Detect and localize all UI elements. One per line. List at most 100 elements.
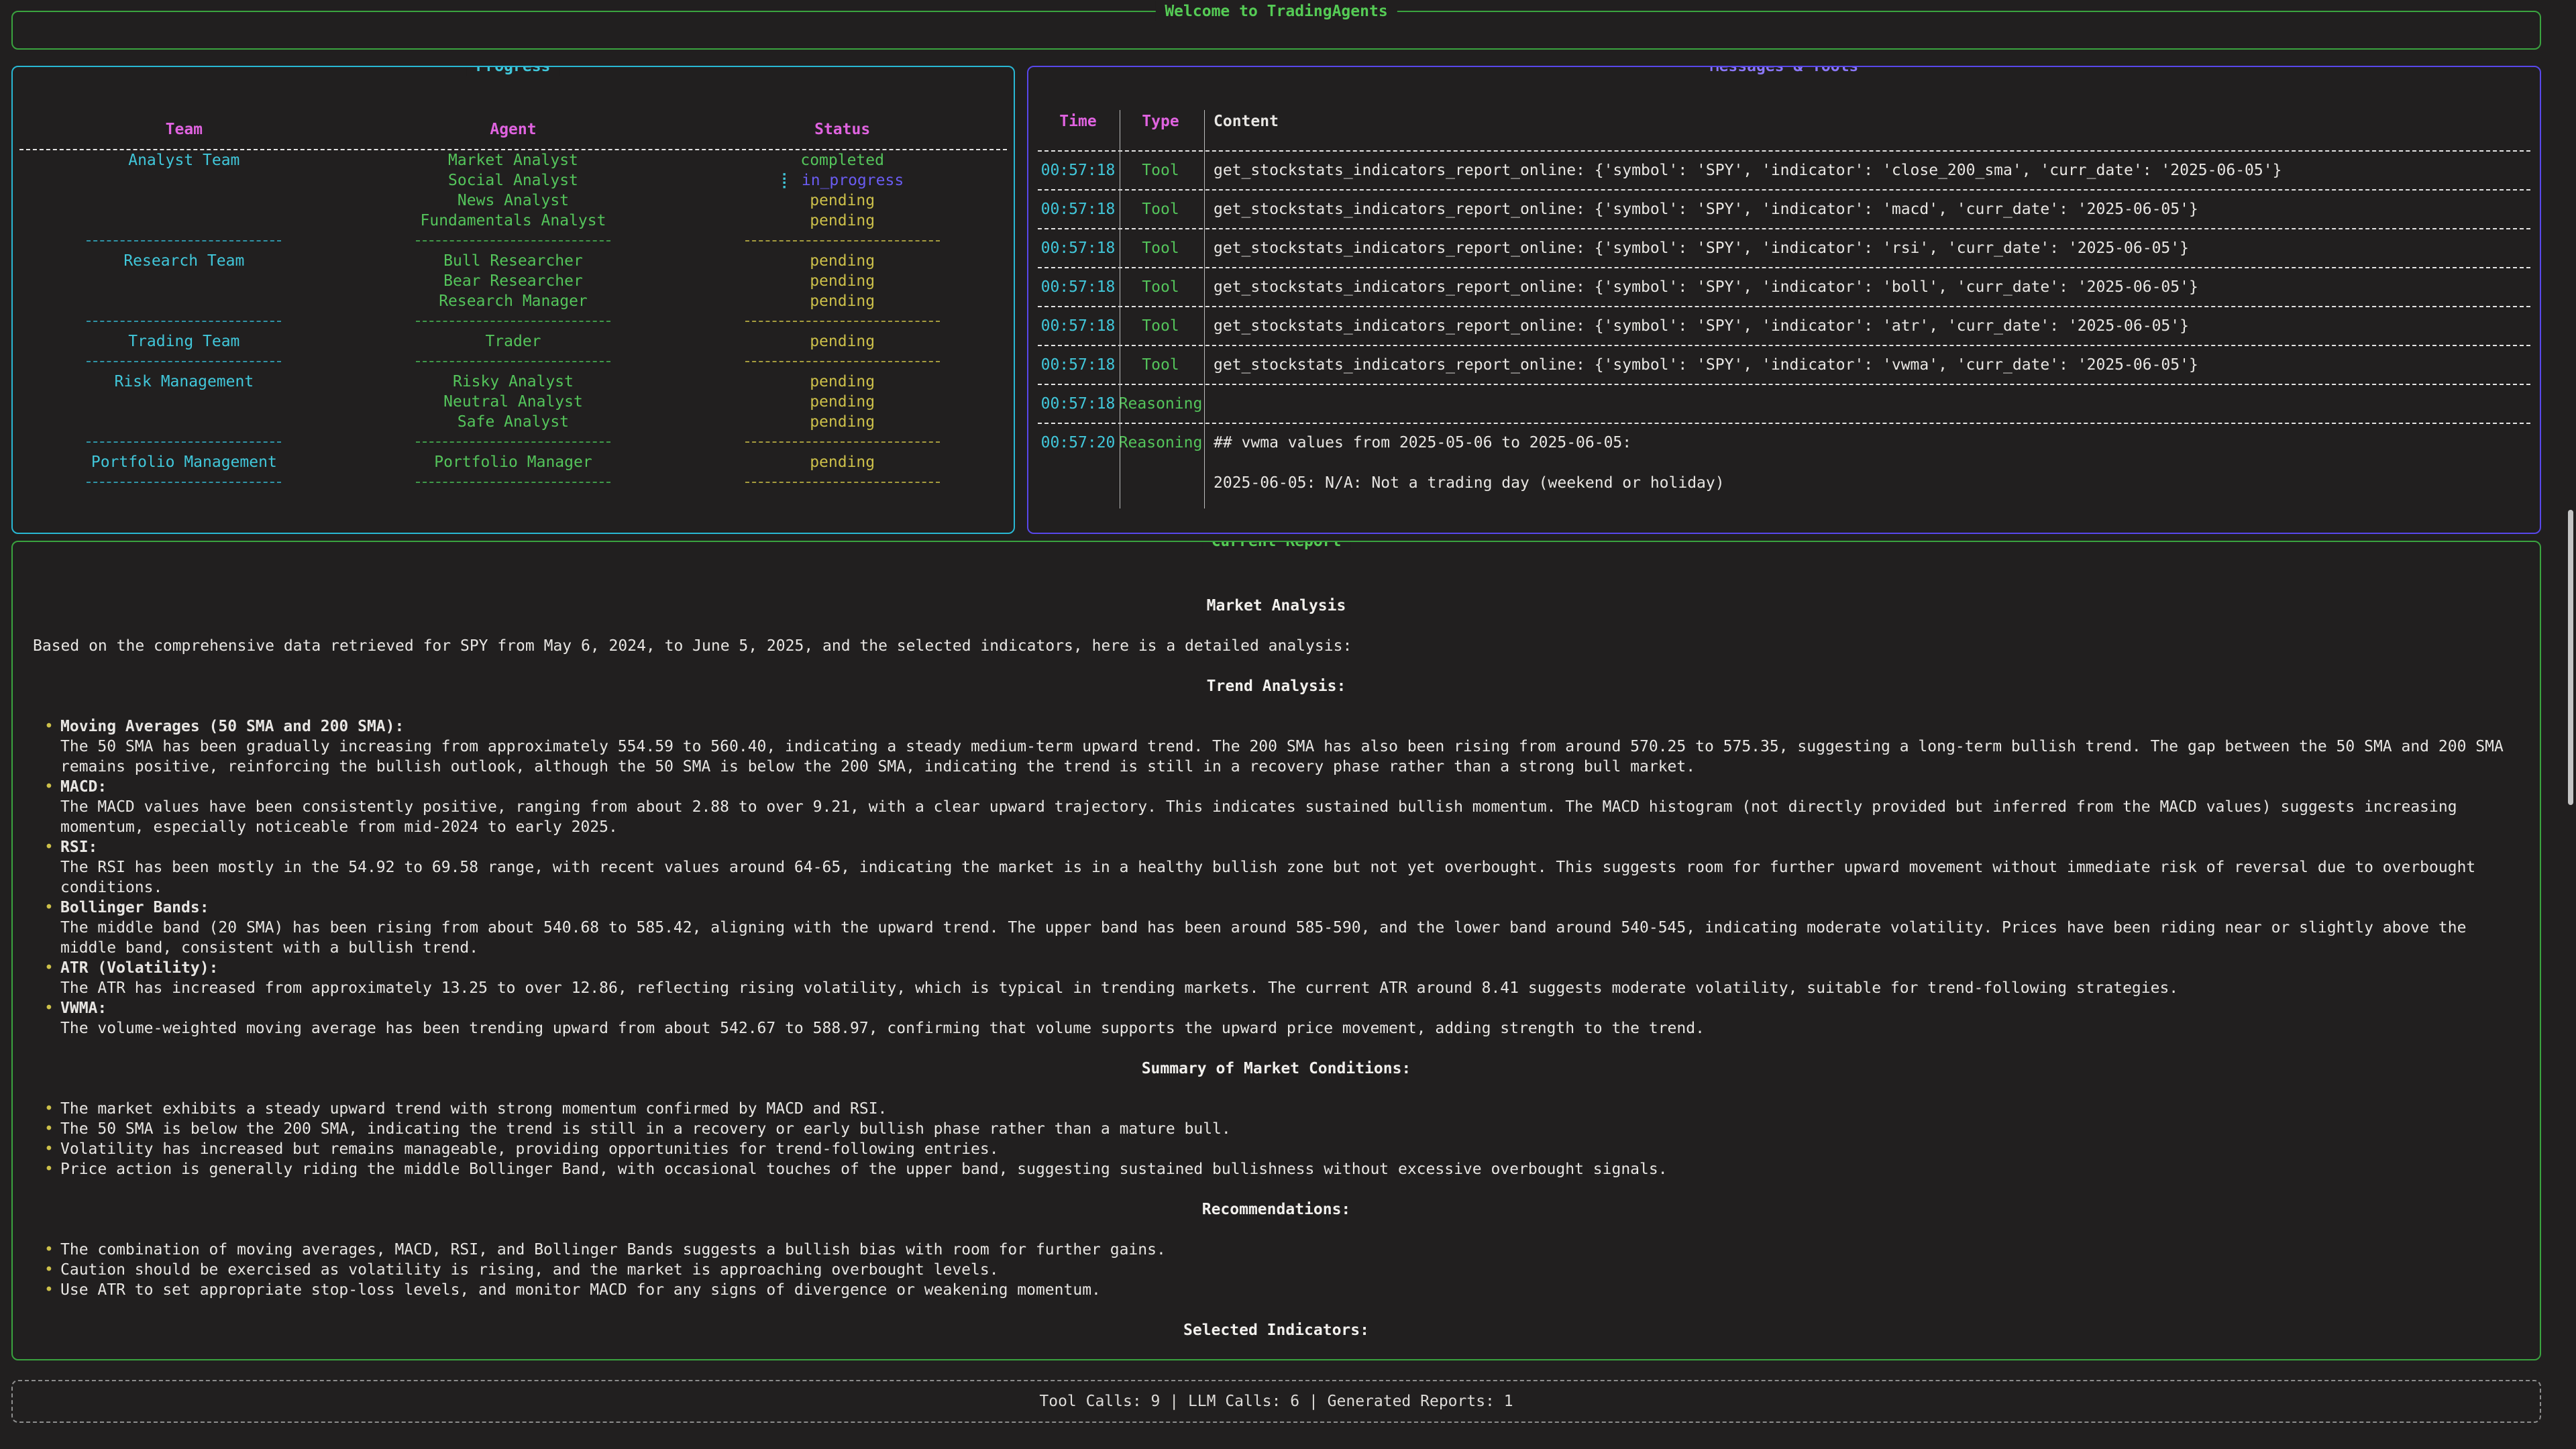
progress-row: Bear Researcherpending (19, 271, 1007, 291)
report-paragraph: Based on the comprehensive data retrieve… (33, 636, 2520, 656)
agent-name: Research Manager (349, 291, 678, 311)
message-type: Reasoning (1118, 433, 1203, 493)
progress-row: Research Managerpending (19, 291, 1007, 311)
bullet-label: Moving Averages (50 SMA and 200 SMA): (60, 716, 2520, 737)
group-separator-line (416, 321, 610, 331)
message-content-line: get_stockstats_indicators_report_online:… (1214, 355, 2530, 375)
group-separator-line (87, 441, 281, 452)
column-header-status: Status (678, 119, 1007, 140)
group-separator-line (87, 240, 281, 251)
bullet-item: •Volatility has increased but remains ma… (33, 1139, 2520, 1159)
team-name: Trading Team (19, 331, 349, 352)
bullet-item: •RSI:The RSI has been mostly in the 54.9… (33, 837, 2520, 898)
group-separator-line (416, 361, 610, 372)
message-time: 00:57:18 (1038, 160, 1118, 180)
progress-panel-title: Progress (467, 66, 560, 76)
agent-name: Safe Analyst (349, 412, 678, 432)
agent-status: pending (678, 271, 1007, 291)
group-separator-line (87, 321, 281, 331)
progress-row: Portfolio ManagementPortfolio Managerpen… (19, 452, 1007, 472)
message-type: Reasoning (1118, 394, 1203, 414)
bullet-list: •Moving Averages (50 SMA and 200 SMA):Th… (33, 716, 2520, 1038)
message-row: 00:57:18Toolget_stockstats_indicators_re… (1038, 307, 2530, 345)
group-separator-line (416, 441, 610, 452)
progress-table-body: Analyst TeamMarket AnalystcompletedSocia… (19, 150, 1007, 492)
message-content-line (1214, 453, 2530, 473)
message-content-line: 2025-06-05: N/A: Not a trading day (week… (1214, 473, 2530, 493)
message-content: get_stockstats_indicators_report_online:… (1203, 316, 2530, 336)
progress-row: Risk ManagementRisky Analystpending (19, 372, 1007, 392)
message-row: 00:57:18Toolget_stockstats_indicators_re… (1038, 268, 2530, 306)
message-content: get_stockstats_indicators_report_online:… (1203, 238, 2530, 258)
message-content: ## vwma values from 2025-05-06 to 2025-0… (1203, 433, 2530, 493)
messages-table-body: 00:57:18Toolget_stockstats_indicators_re… (1038, 152, 2530, 502)
group-separator-line (745, 361, 940, 372)
bullet-icon: • (33, 1119, 60, 1139)
bullet-icon: • (33, 777, 60, 837)
agent-name: Portfolio Manager (349, 452, 678, 472)
team-name: Risk Management (19, 372, 349, 392)
team-name-empty (19, 191, 349, 211)
message-content-line: get_stockstats_indicators_report_online:… (1214, 160, 2530, 180)
message-time: 00:57:18 (1038, 394, 1118, 414)
group-separator-line (87, 482, 281, 492)
bullet-item: •MACD:The MACD values have been consiste… (33, 777, 2520, 837)
bullet-text: MACD:The MACD values have been consisten… (60, 777, 2520, 837)
bullet-text: ATR (Volatility):The ATR has increased f… (60, 958, 2520, 998)
agent-name: Risky Analyst (349, 372, 678, 392)
agent-status: pending (678, 372, 1007, 392)
agent-name: Fundamentals Analyst (349, 211, 678, 231)
bullet-item: •Price action is generally riding the mi… (33, 1159, 2520, 1179)
group-separator-line (745, 321, 940, 331)
group-separator-line (745, 240, 940, 251)
agent-name: Market Analyst (349, 150, 678, 170)
messages-panel-title: Messages & Tools (1701, 66, 1868, 76)
group-separator (19, 472, 1007, 492)
agent-status: pending (678, 291, 1007, 311)
bullet-item: •ATR (Volatility):The ATR has increased … (33, 958, 2520, 998)
team-name: Research Team (19, 251, 349, 271)
bullet-label: Bollinger Bands: (60, 898, 2520, 918)
bullet-icon: • (33, 1260, 60, 1280)
agent-status: ⡇ in_progress (678, 170, 1007, 191)
bullet-item: •The combination of moving averages, MAC… (33, 1240, 2520, 1260)
message-type: Tool (1118, 277, 1203, 297)
team-name-empty (19, 412, 349, 432)
message-time: 00:57:18 (1038, 238, 1118, 258)
bullet-item: •The market exhibits a steady upward tre… (33, 1099, 2520, 1119)
bullet-text: The market exhibits a steady upward tren… (60, 1099, 2520, 1119)
progress-table-header: Team Agent Status (19, 119, 1007, 140)
group-separator-line (416, 240, 610, 251)
progress-row: News Analystpending (19, 191, 1007, 211)
message-type: Tool (1118, 199, 1203, 219)
bullet-list: •The combination of moving averages, MAC… (33, 1240, 2520, 1300)
group-separator-line (745, 482, 940, 492)
scrollbar-thumb[interactable] (2568, 510, 2573, 805)
message-type: Tool (1118, 355, 1203, 375)
group-separator-line (745, 441, 940, 452)
bullet-icon: • (33, 837, 60, 898)
group-separator-line (416, 482, 610, 492)
message-row: 00:57:18Toolget_stockstats_indicators_re… (1038, 152, 2530, 189)
terminal-screen: Welcome to TradingAgents Progress Team A… (0, 0, 2576, 1449)
bullet-label: MACD: (60, 777, 2520, 797)
bullet-text: The 50 SMA is below the 200 SMA, indicat… (60, 1119, 2520, 1139)
bullet-icon: • (33, 1159, 60, 1179)
team-name-empty (19, 392, 349, 412)
message-content: get_stockstats_indicators_report_online:… (1203, 277, 2530, 297)
progress-table: Team Agent Status Analyst TeamMarket Ana… (13, 67, 1014, 492)
bullet-label: ATR (Volatility): (60, 958, 2520, 978)
bullet-icon: • (33, 958, 60, 998)
column-header-agent: Agent (349, 119, 678, 140)
message-time: 00:57:18 (1038, 199, 1118, 219)
message-content-line: ## vwma values from 2025-05-06 to 2025-0… (1214, 433, 2530, 453)
agent-name: Trader (349, 331, 678, 352)
message-content-line: get_stockstats_indicators_report_online:… (1214, 316, 2530, 336)
team-name-empty (19, 271, 349, 291)
group-separator (19, 432, 1007, 452)
spinner-icon: ⡇ (781, 172, 802, 189)
report-panel-title: Current Report (1202, 541, 1351, 551)
message-row: 00:57:18Reasoning (1038, 385, 2530, 423)
bullet-item: •VWMA:The volume-weighted moving average… (33, 998, 2520, 1038)
bullet-label: RSI: (60, 837, 2520, 857)
